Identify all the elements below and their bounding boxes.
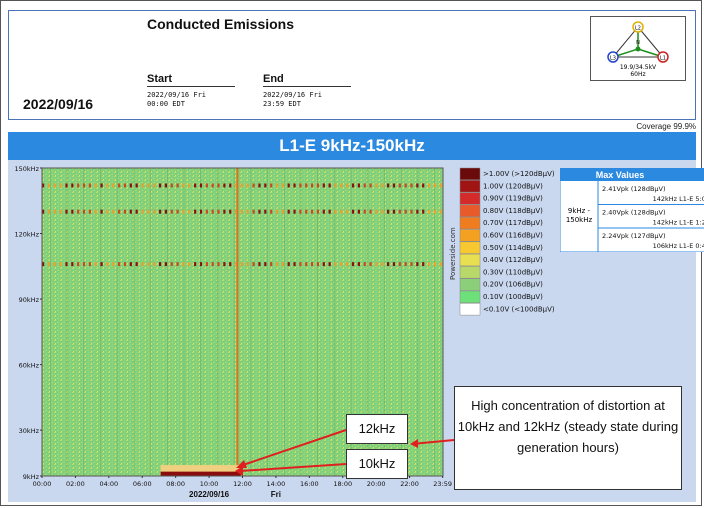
arrow-callout-head	[410, 439, 418, 448]
arrow-callout	[411, 439, 455, 445]
arrow-12khz	[239, 429, 347, 467]
arrow-10khz	[239, 463, 347, 472]
annotation-arrows	[235, 429, 455, 476]
arrow-12khz-head	[236, 460, 247, 468]
